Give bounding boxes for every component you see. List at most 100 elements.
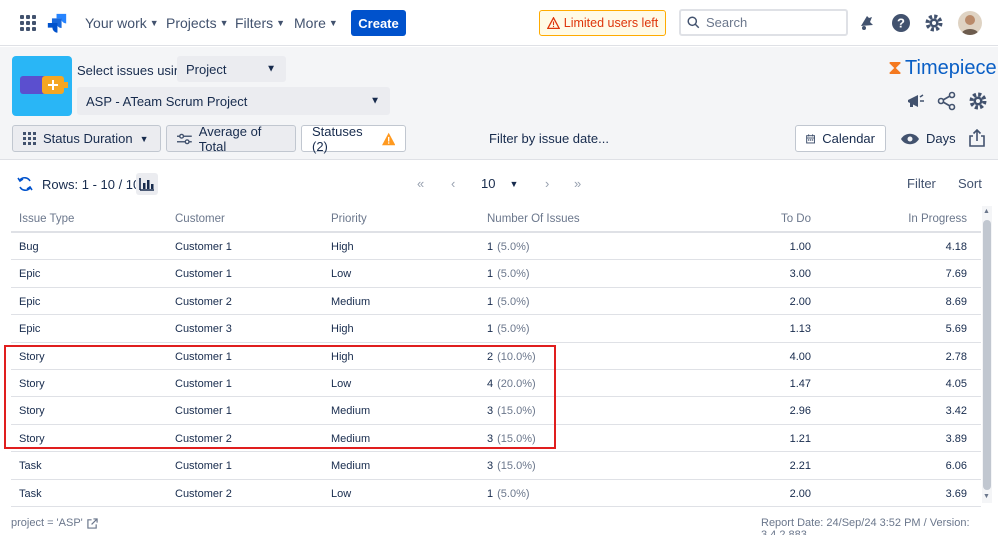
cell-priority: High xyxy=(331,323,354,336)
issue-percent: (5.0%) xyxy=(497,487,530,500)
statuses-button[interactable]: Statuses (2) xyxy=(301,123,406,154)
status-duration-dropdown[interactable]: Status Duration ▼ xyxy=(12,125,161,152)
issue-count: 1 xyxy=(487,323,494,336)
jira-logo-icon[interactable] xyxy=(46,12,68,34)
cell-to-do: 2.21 xyxy=(789,460,811,473)
nav-more[interactable]: More ▼ xyxy=(294,15,338,31)
calendar-button[interactable]: Calendar xyxy=(795,125,886,152)
cell-in-progress: 3.89 xyxy=(945,432,967,445)
chart-icon[interactable] xyxy=(136,173,158,195)
cell-customer: Customer 3 xyxy=(175,323,232,336)
create-button[interactable]: Create xyxy=(351,10,406,36)
table-row[interactable]: Epic Customer 1 Low 1 (5.0%) 3.00 7.69 xyxy=(11,260,981,288)
cell-in-progress: 6.06 xyxy=(945,460,967,473)
cell-to-do: 2.00 xyxy=(789,295,811,308)
sort-button[interactable]: Sort xyxy=(958,176,982,191)
search-input[interactable]: Search xyxy=(679,9,848,36)
chevron-down-icon: ▼ xyxy=(370,95,380,107)
cell-priority: High xyxy=(331,241,354,253)
col-issue-type[interactable]: Issue Type xyxy=(19,213,74,225)
limited-users-button[interactable]: Limited users left xyxy=(539,10,666,36)
report-settings-icon[interactable] xyxy=(968,91,988,111)
cell-number-of-issues: 1 (5.0%) xyxy=(487,323,530,335)
scrollbar-thumb[interactable] xyxy=(983,220,991,490)
filter-button[interactable]: Filter xyxy=(907,176,936,191)
vertical-scrollbar[interactable]: ▲ ▼ xyxy=(982,206,992,503)
statuses-label: Statuses (2) xyxy=(312,123,363,154)
announcement-icon[interactable] xyxy=(905,91,925,111)
col-customer[interactable]: Customer xyxy=(175,213,225,225)
cell-in-progress: 3.42 xyxy=(945,405,967,418)
chevron-down-icon: ▼ xyxy=(139,133,149,144)
cell-issue-type: Epic xyxy=(19,323,41,336)
table-controls: Rows: 1 - 10 / 10 « ‹ 10 ▼ › » Filter So… xyxy=(0,168,998,198)
scroll-down-icon[interactable]: ▼ xyxy=(983,493,990,500)
first-page-icon[interactable]: « xyxy=(417,176,424,191)
cell-issue-type: Epic xyxy=(19,268,41,281)
cell-in-progress: 2.78 xyxy=(945,350,967,363)
next-page-icon[interactable]: › xyxy=(545,176,549,191)
cell-to-do: 1.13 xyxy=(789,323,811,336)
cell-to-do: 2.96 xyxy=(789,405,811,418)
col-priority[interactable]: Priority xyxy=(331,213,367,225)
prev-page-icon[interactable]: ‹ xyxy=(451,176,455,191)
export-icon[interactable] xyxy=(969,129,985,147)
select-mode-value: Project xyxy=(186,61,227,77)
chevron-down-icon: ▼ xyxy=(509,178,519,189)
nav-projects[interactable]: Projects ▼ xyxy=(166,15,229,31)
hourglass-icon: ⧗ xyxy=(888,57,903,79)
notifications-icon[interactable] xyxy=(857,13,877,33)
share-icon[interactable] xyxy=(937,91,957,111)
table-row[interactable]: Task Customer 2 Low 1 (5.0%) 2.00 3.69 xyxy=(11,480,981,507)
cell-in-progress: 8.69 xyxy=(945,295,967,308)
issue-count: 1 xyxy=(487,295,494,308)
table-row[interactable]: Bug Customer 1 High 1 (5.0%) 1.00 4.18 xyxy=(11,233,981,261)
cell-number-of-issues: 3 (15.0%) xyxy=(487,460,536,472)
cell-in-progress: 5.69 xyxy=(945,323,967,336)
nav-filters[interactable]: Filters ▼ xyxy=(235,15,285,31)
scroll-up-icon[interactable]: ▲ xyxy=(983,208,990,215)
app-switcher-icon[interactable] xyxy=(20,15,36,31)
refresh-icon[interactable] xyxy=(17,176,33,192)
cell-in-progress: 7.69 xyxy=(945,268,967,281)
nav-your-work[interactable]: Your work ▼ xyxy=(85,15,159,31)
calendar-label: Calendar xyxy=(822,131,875,146)
select-mode-dropdown[interactable]: Project ▼ xyxy=(177,56,286,82)
issue-percent: (5.0%) xyxy=(497,268,530,281)
col-in-progress[interactable]: In Progress xyxy=(867,213,967,225)
user-avatar[interactable] xyxy=(958,11,982,35)
page-size-dropdown[interactable]: 10 ▼ xyxy=(481,176,518,191)
search-placeholder: Search xyxy=(706,15,748,30)
col-number-of-issues[interactable]: Number Of Issues xyxy=(487,213,580,225)
cell-to-do: 1.47 xyxy=(789,377,811,390)
filter-by-issue-date[interactable]: Filter by issue date... xyxy=(489,131,609,146)
table-row[interactable]: Epic Customer 3 High 1 (5.0%) 1.13 5.69 xyxy=(11,315,981,343)
settings-gear-icon[interactable] xyxy=(924,13,944,33)
table-row[interactable]: Epic Customer 2 Medium 1 (5.0%) 2.00 8.69 xyxy=(11,288,981,316)
help-icon[interactable]: ? xyxy=(891,13,911,33)
app-logo xyxy=(12,56,72,116)
jql-query[interactable]: project = 'ASP' xyxy=(11,517,98,529)
col-to-do[interactable]: To Do xyxy=(711,213,811,225)
chevron-down-icon: ▼ xyxy=(149,18,159,28)
days-toggle[interactable]: Days xyxy=(901,131,956,146)
calendar-icon xyxy=(806,133,816,143)
cell-to-do: 3.00 xyxy=(789,268,811,281)
issue-percent: (15.0%) xyxy=(497,460,536,473)
issue-count: 3 xyxy=(487,460,494,473)
last-page-icon[interactable]: » xyxy=(574,176,581,191)
issue-percent: (5.0%) xyxy=(497,295,530,308)
cell-issue-type: Bug xyxy=(19,241,39,253)
sliders-icon xyxy=(177,133,192,144)
highlight-box xyxy=(4,345,556,449)
average-of-total-button[interactable]: Average of Total xyxy=(166,124,296,154)
project-value: ASP - ATeam Scrum Project xyxy=(86,93,248,109)
cell-in-progress: 4.18 xyxy=(945,241,967,253)
issue-count: 1 xyxy=(487,268,494,281)
cell-number-of-issues: 1 (5.0%) xyxy=(487,268,530,280)
warning-icon xyxy=(546,16,560,29)
cell-priority: Low xyxy=(331,268,352,281)
project-dropdown[interactable]: ASP - ATeam Scrum Project ▼ xyxy=(77,87,390,115)
table-row[interactable]: Task Customer 1 Medium 3 (15.0%) 2.21 6.06 xyxy=(11,452,981,480)
cell-number-of-issues: 1 (5.0%) xyxy=(487,488,530,500)
